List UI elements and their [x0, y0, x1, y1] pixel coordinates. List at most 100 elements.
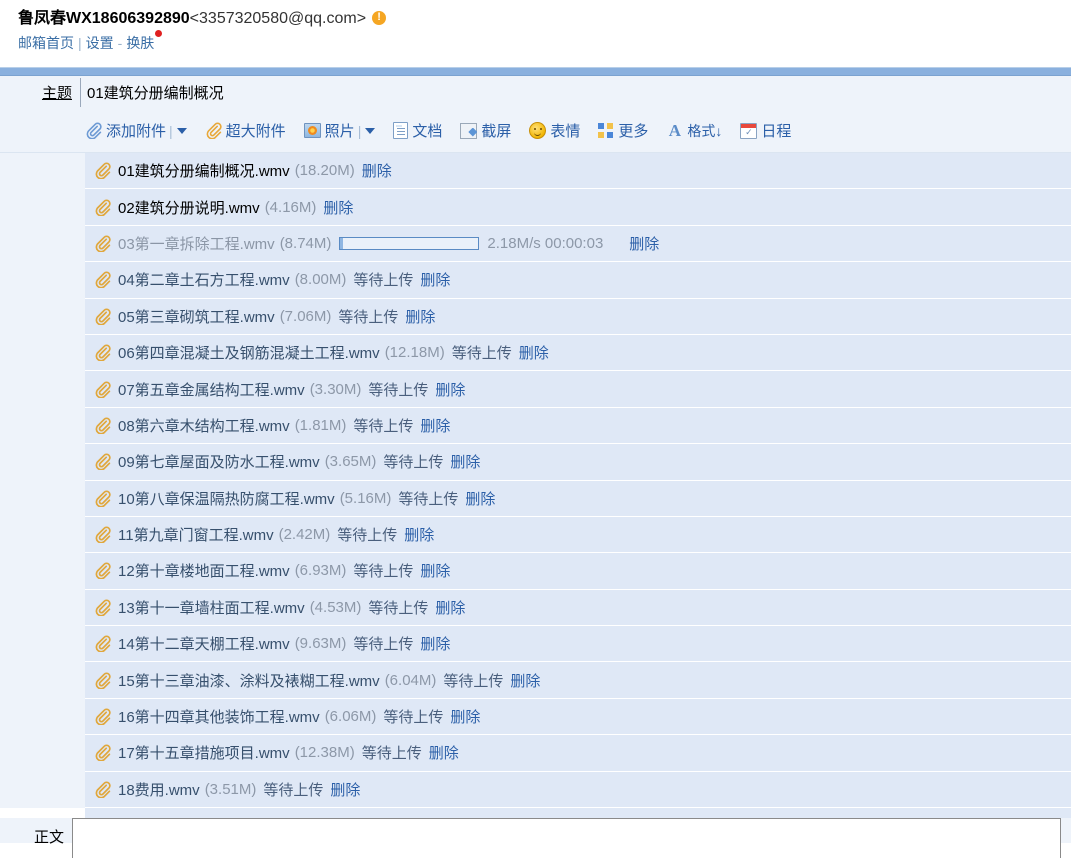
attachment-delete-link[interactable]: 删除 [465, 488, 495, 509]
more-button[interactable]: 更多 [598, 120, 648, 141]
attachment-filename: 12第十章楼地面工程.wmv [118, 563, 290, 581]
screenshot-icon [460, 122, 478, 139]
document-button[interactable]: 文档 [393, 120, 442, 141]
toolbar-pipe: | [169, 122, 173, 139]
paperclip-icon [94, 344, 111, 362]
attachment-delete-link[interactable]: 删除 [510, 670, 540, 691]
format-icon: A [668, 121, 682, 140]
attachment-delete-link[interactable]: 删除 [420, 415, 450, 436]
format-label: 格式↓ [687, 122, 723, 139]
attachment-filename: 07第五章金属结构工程.wmv [118, 381, 305, 399]
attachment-list-bottom-spacer [85, 808, 1071, 819]
attachment-list: 01建筑分册编制概况.wmv (18.20M) 删除 02建筑分册说明.wmv (4.1… [0, 153, 1071, 809]
link-dash: - [117, 35, 123, 51]
attachment-row: 15第十三章油漆、涂料及裱糊工程.wmv (6.04M) 等待上传 删除 [85, 662, 1071, 699]
paperclip-icon [94, 235, 111, 252]
attachment-delete-link[interactable]: 删除 [629, 233, 659, 254]
attachment-status: 等待上传 [338, 308, 399, 326]
account-display-name: 鲁凤春WX18606392890 [18, 10, 190, 27]
schedule-button[interactable]: 日程 [740, 120, 791, 141]
attachment-row: 05第三章砌筑工程.wmv (7.06M) 等待上传 删除 [85, 298, 1071, 335]
photo-button[interactable]: 照片 | [303, 120, 376, 141]
attachment-status: 等待上传 [353, 417, 414, 435]
paperclip-icon [94, 672, 111, 689]
add-attachment-dropdown[interactable]: | [169, 123, 187, 139]
attachment-row: 01建筑分册编制概况.wmv (18.20M) 删除 [85, 153, 1071, 190]
paperclip-icon [94, 635, 111, 653]
settings-link[interactable]: 设置 [86, 35, 114, 51]
emoji-button[interactable]: 表情 [529, 120, 580, 141]
format-button[interactable]: A 格式↓ [666, 121, 723, 141]
paperclip-icon [94, 708, 111, 726]
attachment-status: 等待上传 [383, 709, 444, 727]
mailbox-home-link[interactable]: 邮箱首页 [18, 35, 74, 51]
attachment-delete-link[interactable]: 删除 [435, 379, 465, 400]
attachment-delete-link[interactable]: 删除 [519, 342, 549, 363]
add-attachment-button[interactable]: 添加附件 | [85, 120, 187, 141]
huge-attachment-button[interactable]: 超大附件 [205, 120, 286, 141]
attachment-status: 等待上传 [368, 599, 429, 617]
attachment-row: 17第十五章措施项目.wmv (12.38M) 等待上传 删除 [85, 735, 1071, 772]
attachment-filename: 01建筑分册编制概况.wmv [118, 163, 290, 181]
attachment-filesize: (3.65M) [324, 453, 377, 471]
attachment-delete-link[interactable]: 删除 [404, 524, 434, 545]
attachment-filename: 11第九章门窗工程.wmv [118, 527, 274, 545]
warning-icon[interactable] [372, 10, 387, 25]
attachment-row: 06第四章混凝土及钢筋混凝土工程.wmv (12.18M) 等待上传 删除 [85, 334, 1071, 372]
photo-dropdown[interactable]: | [358, 123, 376, 139]
attachment-delete-link[interactable]: 删除 [330, 779, 360, 800]
attachment-filesize: (7.06M) [279, 307, 332, 325]
body-editor[interactable] [72, 818, 1061, 858]
attachment-delete-link[interactable]: 删除 [420, 560, 450, 581]
screenshot-label: 截屏 [481, 123, 512, 140]
paperclip-icon [85, 122, 102, 140]
upload-speed-and-eta: 2.18M/s 00:00:03 [487, 234, 604, 252]
attachment-row: 11第九章门窗工程.wmv (2.42M) 等待上传 删除 [85, 516, 1071, 554]
attachment-filesize: (4.53M) [309, 598, 362, 616]
attachment-filename: 02建筑分册说明.wmv [118, 199, 260, 217]
attachment-delete-link[interactable]: 删除 [420, 269, 450, 290]
screenshot-button[interactable]: 截屏 [460, 120, 511, 141]
skin-link[interactable]: 换肤 [126, 35, 154, 51]
attachment-filesize: (12.38M) [294, 744, 355, 762]
attachment-filename: 04第二章土石方工程.wmv [118, 272, 290, 290]
attachment-row: 09第七章屋面及防水工程.wmv (3.65M) 等待上传 删除 [85, 444, 1071, 481]
attachment-delete-link[interactable]: 删除 [362, 160, 392, 181]
attachment-delete-link[interactable]: 删除 [420, 633, 450, 654]
attachment-filesize: (8.00M) [294, 271, 347, 289]
attachment-filesize: (5.16M) [339, 489, 392, 507]
link-divider: | [78, 35, 82, 51]
attachment-status: 等待上传 [337, 527, 398, 545]
paperclip-icon [94, 271, 111, 289]
attachment-filesize: (3.30M) [309, 380, 362, 398]
attachment-row: 18费用.wmv (3.51M) 等待上传 删除 [85, 771, 1071, 809]
attachment-row: 04第二章土石方工程.wmv (8.00M) 等待上传 删除 [85, 262, 1071, 299]
attachment-delete-link[interactable]: 删除 [429, 742, 459, 763]
attachment-status: 等待上传 [263, 781, 324, 799]
attachment-filesize: (2.42M) [278, 526, 331, 544]
subject-row: 主题 [0, 76, 1071, 109]
upload-progress-bar [339, 236, 480, 250]
attachment-row: 10第八章保温隔热防腐工程.wmv (5.16M) 等待上传 删除 [85, 480, 1071, 517]
compose-page: 鲁凤春WX18606392890<3357320580@qq.com> 邮箱首页… [0, 0, 1071, 858]
more-label: 更多 [618, 123, 649, 140]
attachment-delete-link[interactable]: 删除 [405, 306, 435, 327]
paperclip-icon [94, 199, 111, 216]
attachment-filesize: (6.04M) [384, 671, 437, 689]
document-label: 文档 [412, 123, 443, 140]
paperclip-icon [94, 162, 111, 180]
attachment-delete-link[interactable]: 删除 [450, 451, 480, 472]
attachment-delete-link[interactable]: 删除 [450, 706, 480, 727]
attachment-filename: 10第八章保温隔热防腐工程.wmv [118, 490, 335, 508]
attachment-filename: 08第六章木结构工程.wmv [118, 417, 290, 435]
attachment-delete-link[interactable]: 删除 [435, 597, 465, 618]
attachment-status: 等待上传 [383, 454, 444, 472]
emoji-label: 表情 [550, 123, 581, 140]
attachment-delete-link[interactable]: 删除 [323, 197, 353, 218]
attachment-status: 等待上传 [361, 745, 422, 763]
attachment-filesize: (4.16M) [264, 198, 317, 216]
calendar-icon [740, 122, 758, 139]
attachment-filesize: (9.63M) [294, 635, 347, 653]
subject-input[interactable] [80, 78, 1061, 107]
header-divider-bar [0, 67, 1071, 76]
